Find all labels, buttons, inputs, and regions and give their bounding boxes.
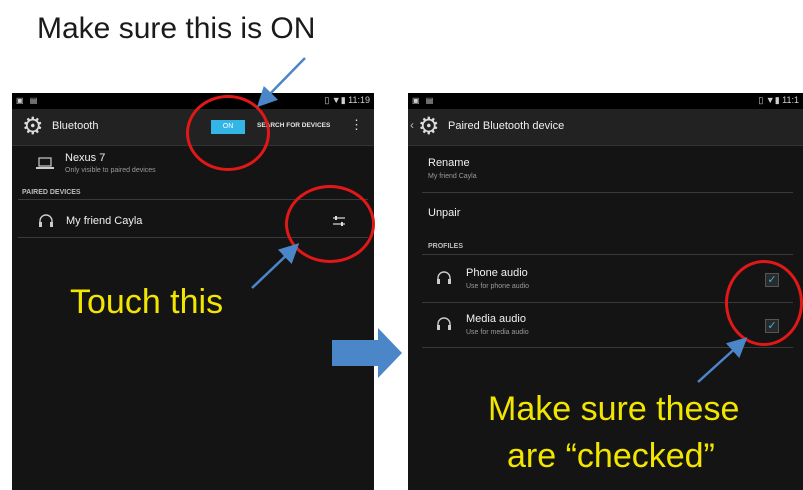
right-arrow-icon [332,328,402,378]
annotation-arrows [251,57,748,383]
arrow-to-checkboxes [697,337,748,383]
arrow-to-settings [251,243,300,289]
arrow-to-toggle [257,57,306,108]
